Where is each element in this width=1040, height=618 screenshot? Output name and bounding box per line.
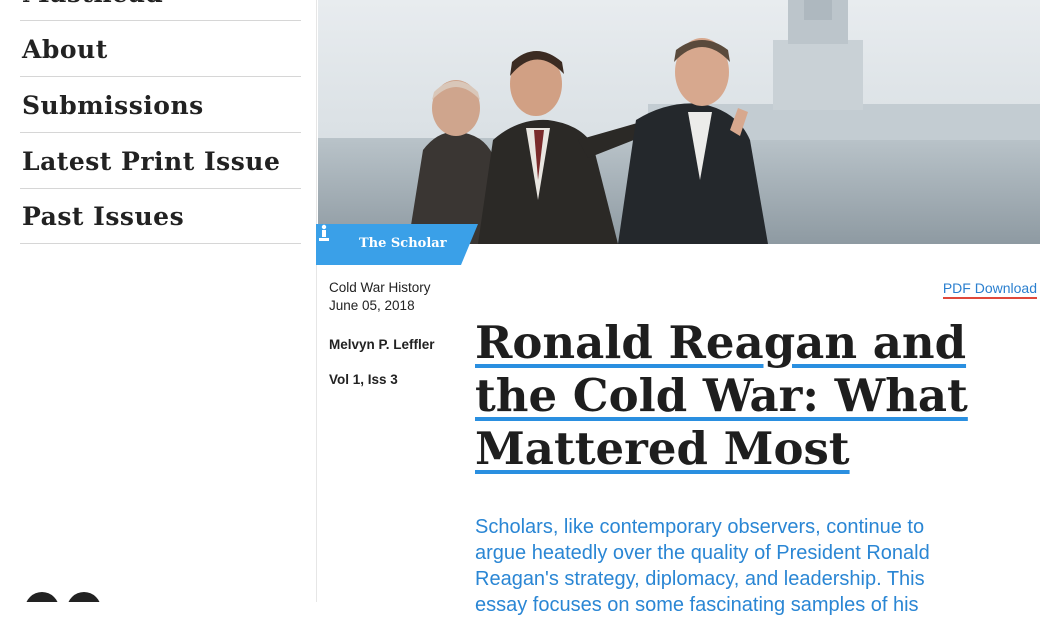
article-abstract: Scholars, like contemporary observers, c… [475,516,930,616]
sidebar-item-label: Submissions [22,91,204,120]
social-icon[interactable] [67,592,101,602]
pdf-download-link[interactable]: PDF Download [942,280,1037,299]
sidebar-item-past-issues[interactable]: Past Issues [20,188,301,244]
sidebar-item-masthead[interactable]: Masthead [20,0,301,21]
article-author[interactable]: Melvyn P. Leffler [329,337,435,352]
article-date: June 05, 2018 [329,298,415,313]
social-icon[interactable] [25,592,59,602]
article-topic[interactable]: Cold War History [329,280,431,295]
section-tag-label: The Scholar [359,236,447,251]
sidebar-item-label: About [22,35,108,64]
sidebar-item-about[interactable]: About [20,21,301,77]
sidebar-item-label: Latest Print Issue [22,147,281,176]
article-title: Ronald Reagan and the Cold War: What Mat… [475,316,995,475]
article-title-text: Ronald Reagan and the Cold War: What Mat… [475,316,968,475]
chess-piece-icon [319,224,329,241]
sidebar-nav: Masthead About Submissions Latest Print … [0,0,317,602]
sidebar-item-submissions[interactable]: Submissions [20,77,301,133]
sidebar-item-label: Past Issues [22,202,185,231]
article-volume[interactable]: Vol 1, Iss 3 [329,372,398,387]
sidebar-item-label: Masthead [22,0,163,8]
hero-image [318,0,1040,244]
sidebar-item-latest-print-issue[interactable]: Latest Print Issue [20,133,301,189]
section-tag[interactable]: The Scholar [316,224,478,265]
